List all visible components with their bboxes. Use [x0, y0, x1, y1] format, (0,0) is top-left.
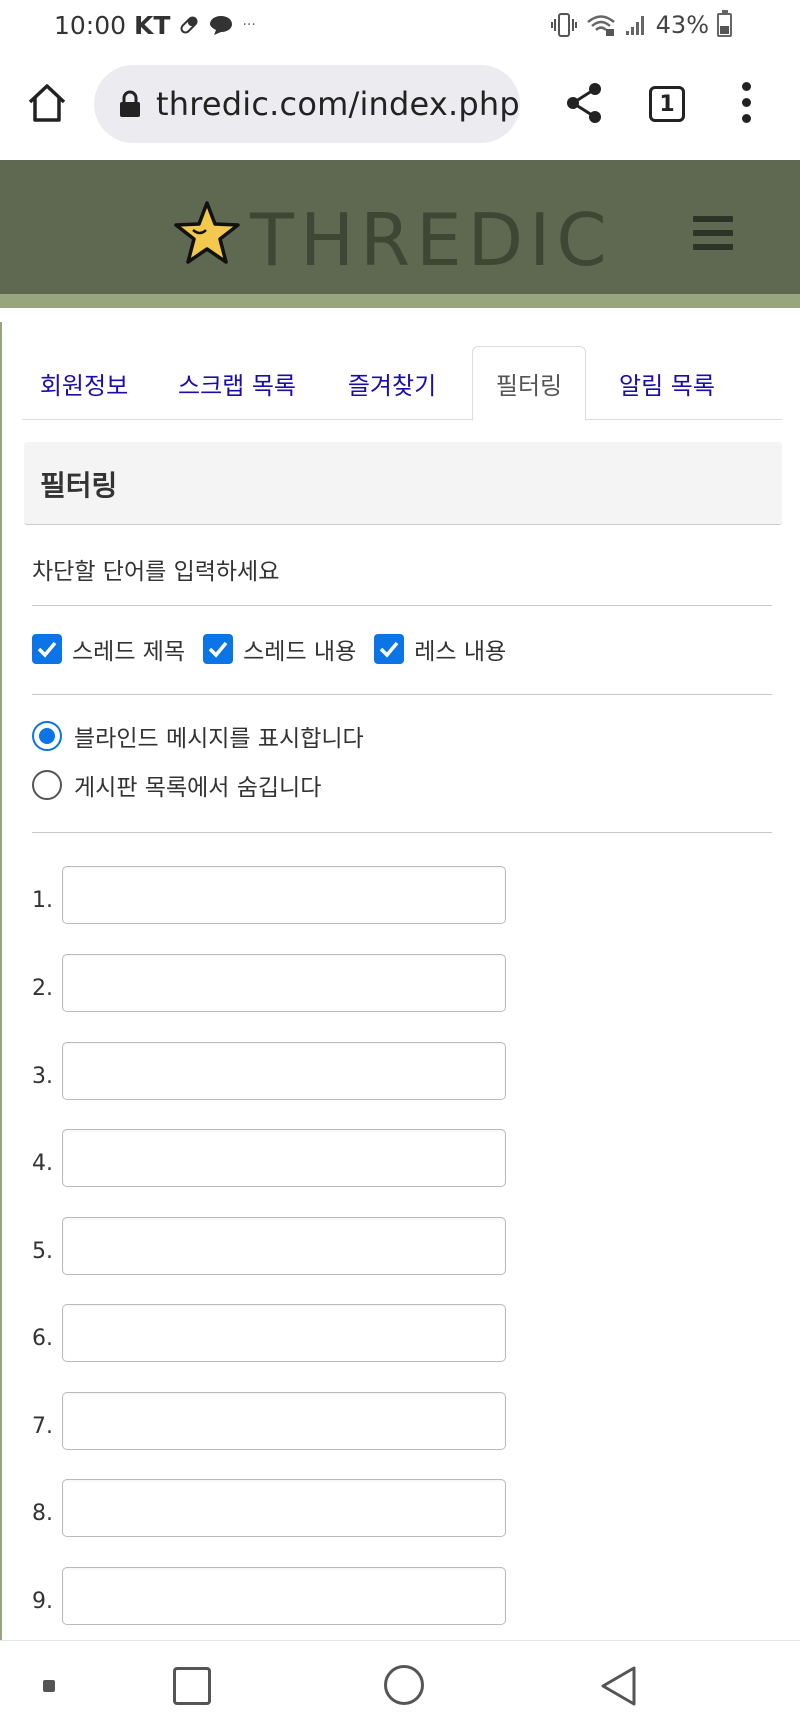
checkbox-thread-content[interactable] — [203, 634, 234, 664]
tab-label: 알림 목록 — [619, 371, 715, 400]
row-number: 2. — [32, 976, 53, 1001]
share-icon[interactable] — [564, 80, 604, 126]
wifi-icon — [586, 15, 615, 36]
check-icon — [208, 641, 228, 658]
back-triangle-icon[interactable] — [598, 1664, 638, 1708]
clock: 10:00 — [54, 10, 127, 40]
tab-member-info[interactable]: 회원정보 — [22, 346, 146, 420]
row-number: 1. — [32, 888, 53, 913]
row-number: 4. — [32, 1151, 53, 1176]
section-title: 필터링 — [40, 469, 118, 502]
blocked-word-input[interactable] — [62, 1042, 506, 1100]
battery-percent: 43% — [655, 11, 709, 39]
radio-button[interactable] — [32, 770, 62, 800]
header-stripe — [0, 294, 800, 308]
blocked-word-input[interactable] — [62, 1567, 506, 1625]
tab-label: 즐겨찾기 — [347, 371, 437, 400]
screen: 10:00 KT ··· 43% thredic.com/index.php 1… — [0, 0, 800, 1733]
more-notifications-indicator: ··· — [242, 17, 256, 33]
tab-switcher-button[interactable]: 1 — [649, 86, 685, 122]
filter-target-checkboxes: 스레드 제목 스레드 내용 레스 내용 — [32, 632, 524, 666]
blocked-word-input[interactable] — [62, 954, 506, 1012]
status-bar: 10:00 KT ··· 43% — [0, 0, 800, 50]
tab-label: 스크랩 목록 — [177, 371, 297, 400]
tab-label: 회원정보 — [39, 371, 129, 400]
navbar-pin-icon[interactable] — [43, 1680, 55, 1692]
system-navigation-bar — [0, 1640, 800, 1733]
checkbox-reply-content[interactable] — [374, 634, 405, 664]
blocked-word-input[interactable] — [62, 866, 506, 924]
tab-notifications[interactable]: 알림 목록 — [602, 346, 732, 420]
pill-icon — [180, 16, 199, 34]
recent-apps-icon[interactable] — [173, 1667, 211, 1705]
lock-icon — [120, 90, 140, 117]
filter-description: 차단할 단어를 입력하세요 — [32, 559, 280, 585]
carrier-label: KT — [134, 10, 171, 40]
site-header: THREDIC — [0, 160, 800, 308]
vibrate-icon — [550, 13, 577, 37]
site-menu-icon[interactable] — [693, 216, 733, 252]
radio-option-show-blind[interactable]: 블라인드 메시지를 표시합니다 — [32, 719, 364, 753]
home-icon[interactable] — [26, 82, 68, 124]
radio-option-hide-from-list[interactable]: 게시판 목록에서 숨깁니다 — [32, 768, 321, 802]
row-number: 9. — [32, 1589, 53, 1614]
tab-scrap-list[interactable]: 스크랩 목록 — [162, 346, 312, 420]
radio-label: 게시판 목록에서 숨깁니다 — [74, 775, 322, 801]
checkbox-label: 레스 내용 — [414, 639, 507, 665]
chat-bubble-icon — [210, 16, 233, 35]
row-number: 8. — [32, 1501, 53, 1526]
tab-label: 필터링 — [495, 372, 563, 400]
row-number: 7. — [32, 1414, 53, 1439]
tab-favorites[interactable]: 즐겨찾기 — [332, 346, 452, 420]
account-tabs: 회원정보 스크랩 목록 즐겨찾기 필터링 알림 목록 — [22, 346, 782, 421]
divider — [32, 694, 772, 695]
status-left: 10:00 KT ··· — [54, 10, 256, 40]
row-number: 3. — [32, 1064, 53, 1089]
blocked-word-input[interactable] — [62, 1479, 506, 1537]
divider — [32, 605, 772, 606]
divider — [32, 832, 772, 833]
section-header: 필터링 — [24, 442, 782, 525]
status-right: 43% — [550, 10, 732, 40]
battery-icon — [717, 10, 732, 37]
check-icon — [380, 641, 399, 658]
blocked-word-input[interactable] — [62, 1304, 506, 1362]
blocked-word-input[interactable] — [62, 1392, 506, 1450]
row-number: 5. — [32, 1239, 53, 1264]
check-icon — [37, 641, 57, 658]
blocked-word-input[interactable] — [62, 1129, 506, 1187]
signal-icon — [625, 16, 644, 35]
star-logo-icon[interactable] — [173, 200, 241, 266]
browser-menu-icon[interactable] — [736, 82, 756, 126]
radio-button[interactable] — [32, 721, 62, 751]
address-bar[interactable]: thredic.com/index.php — [94, 65, 520, 143]
url-text: thredic.com/index.php — [156, 85, 520, 123]
checkbox-label: 스레드 내용 — [243, 639, 357, 665]
home-circle-icon[interactable] — [384, 1665, 424, 1705]
checkbox-thread-title[interactable] — [32, 634, 62, 664]
row-number: 6. — [32, 1326, 53, 1351]
site-logo-text[interactable]: THREDIC — [250, 198, 613, 282]
account-panel: 회원정보 스크랩 목록 즐겨찾기 필터링 알림 목록 필터링 차단할 단어를 입… — [0, 322, 800, 1642]
browser-toolbar: thredic.com/index.php 1 — [0, 50, 800, 160]
radio-label: 블라인드 메시지를 표시합니다 — [74, 726, 364, 752]
tab-filtering[interactable]: 필터링 — [472, 346, 586, 421]
checkbox-label: 스레드 제목 — [72, 639, 186, 665]
blocked-word-input[interactable] — [62, 1217, 506, 1275]
tab-count: 1 — [659, 91, 675, 117]
